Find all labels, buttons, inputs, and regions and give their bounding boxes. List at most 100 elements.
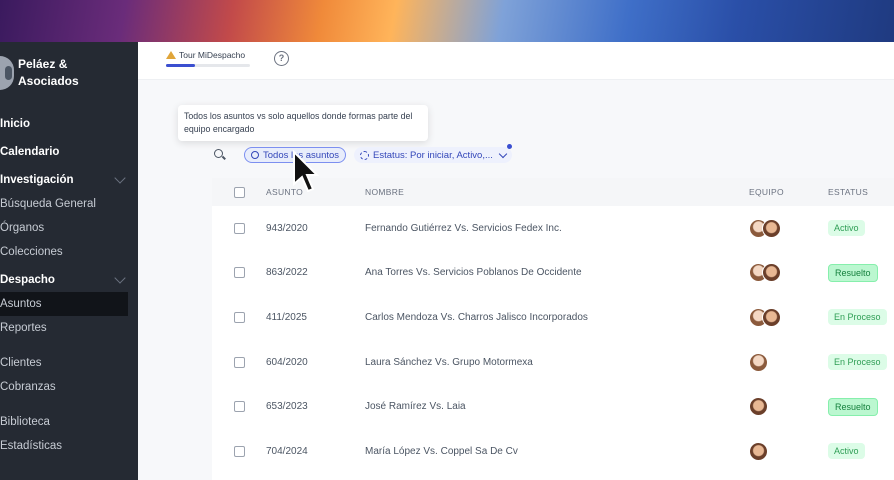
status-badge: Activo xyxy=(828,220,865,237)
table-body: 943/2020 Fernando Gutiérrez Vs. Servicios… xyxy=(212,206,894,474)
sidebar-item-label: Clientes xyxy=(0,357,42,369)
sidebar-item-label: Despacho xyxy=(0,274,55,286)
cell-asunto: 604/2020 xyxy=(266,356,308,368)
status-badge: En Proceso xyxy=(828,354,887,371)
status-badge: En Proceso xyxy=(828,309,887,326)
cell-nombre[interactable]: Laura Sánchez Vs. Grupo Motormexa xyxy=(365,357,749,368)
column-header-estatus[interactable]: ESTATUS xyxy=(828,187,894,197)
column-header-equipo[interactable]: EQUIPO xyxy=(749,187,828,197)
status-circle-icon xyxy=(360,150,370,160)
sidebar-item-asuntos[interactable]: Asuntos xyxy=(0,292,128,316)
row-checkbox[interactable] xyxy=(233,445,245,457)
sidebar-item-organos[interactable]: Órganos xyxy=(0,216,138,240)
sidebar-item-reportes[interactable]: Reportes xyxy=(0,316,138,340)
avatar xyxy=(762,263,781,283)
firm-logo xyxy=(0,56,14,90)
column-header-nombre[interactable]: NOMBRE xyxy=(365,187,749,197)
row-checkbox[interactable] xyxy=(233,356,245,368)
table-row[interactable]: 704/2024 María López Vs. Coppel Sa De Cv A… xyxy=(212,429,894,474)
cell-nombre[interactable]: María López Vs. Coppel Sa De Cv xyxy=(365,446,749,457)
sidebar-item-clientes[interactable]: Clientes xyxy=(0,351,138,375)
cell-estatus: En Proceso xyxy=(828,354,894,371)
sidebar-item-investigacion[interactable]: Investigación xyxy=(0,168,138,192)
table-row[interactable]: 411/2025 Carlos Mendoza Vs. Charros Jalis… xyxy=(212,295,894,340)
sidebar-item-label: Calendario xyxy=(0,146,60,158)
sidebar-item-busqueda-general[interactable]: Búsqueda General xyxy=(0,192,138,216)
tour-progress-fill xyxy=(166,64,196,67)
cell-estatus: Resuelto xyxy=(828,397,894,416)
row-checkbox[interactable] xyxy=(233,222,245,234)
brand[interactable]: Peláez & Asociados xyxy=(0,56,79,90)
cell-estatus: En Proceso xyxy=(828,309,894,326)
table-row[interactable]: 943/2020 Fernando Gutiérrez Vs. Servicios… xyxy=(212,206,894,251)
sidebar-item-biblioteca[interactable]: Biblioteca xyxy=(0,410,138,434)
cell-nombre[interactable]: José Ramírez Vs. Laia xyxy=(365,401,749,412)
row-checkbox[interactable] xyxy=(233,401,245,413)
firm-name-line1: Peláez & xyxy=(18,57,68,71)
cell-estatus: Activo xyxy=(828,443,894,460)
sidebar-item-inicio[interactable]: Inicio xyxy=(0,112,138,136)
status-badge: Activo xyxy=(828,443,865,460)
chevron-down-icon xyxy=(114,172,126,184)
tour-button[interactable]: Tour MiDespacho xyxy=(166,50,250,72)
row-checkbox[interactable] xyxy=(233,311,245,323)
sidebar-item-colecciones[interactable]: Colecciones xyxy=(0,240,138,264)
active-filter-dot xyxy=(506,144,512,149)
sidebar-item-calendario[interactable]: Calendario xyxy=(0,140,138,164)
asuntos-table: ASUNTO NOMBRE EQUIPO ESTATUS 943/2020 Fer… xyxy=(212,178,894,480)
filter-row: Todos los asuntos Estatus: Por iniciar, … xyxy=(214,144,512,164)
firm-name-line2: Asociados xyxy=(18,74,79,88)
cell-estatus: Activo xyxy=(828,220,894,237)
mountain-icon xyxy=(166,51,176,59)
cell-equipo xyxy=(749,352,828,372)
sidebar-item-label: Órganos xyxy=(0,222,45,234)
cell-equipo xyxy=(749,441,828,461)
sidebar-nav: Inicio Calendario Investigación Búsqueda… xyxy=(0,112,138,458)
sidebar-item-label: Inicio xyxy=(0,118,31,130)
sidebar-item-label: Búsqueda General xyxy=(0,198,96,210)
status-badge: Resuelto xyxy=(828,263,878,282)
cell-asunto: 653/2023 xyxy=(266,401,308,413)
cell-equipo xyxy=(749,307,828,327)
cell-estatus: Resuelto xyxy=(828,263,894,282)
sidebar-item-label: Reportes xyxy=(0,322,47,334)
filter-tooltip: Todos los asuntos vs solo aquellos donde… xyxy=(178,105,428,141)
table-row[interactable]: 653/2023 José Ramírez Vs. Laia Resuelto xyxy=(212,384,894,429)
row-checkbox[interactable] xyxy=(233,267,245,279)
table-row[interactable]: 863/2022 Ana Torres Vs. Servicios Poblano… xyxy=(212,251,894,296)
sidebar-item-label: Biblioteca xyxy=(0,416,50,428)
status-filter-chip[interactable]: Estatus: Por iniciar, Activo,... xyxy=(354,144,512,163)
avatar xyxy=(762,218,781,238)
cell-equipo xyxy=(749,397,828,417)
status-filter-label: Estatus: Por iniciar, Activo,... xyxy=(373,149,493,161)
top-bar: Tour MiDespacho ? xyxy=(138,42,894,80)
status-badge: Resuelto xyxy=(828,397,878,416)
avatar xyxy=(762,307,781,327)
cell-nombre[interactable]: Ana Torres Vs. Servicios Poblanos De Occ… xyxy=(365,267,749,278)
search-icon[interactable] xyxy=(214,149,226,161)
avatar xyxy=(749,352,768,372)
chevron-down-icon xyxy=(498,149,508,158)
sidebar-item-label: Estadísticas xyxy=(0,440,62,452)
avatar xyxy=(749,441,768,461)
cell-asunto: 411/2025 xyxy=(266,311,307,323)
firm-name: Peláez & Asociados xyxy=(18,56,79,90)
sidebar-item-label: Colecciones xyxy=(0,246,63,258)
sidebar-item-despacho[interactable]: Despacho xyxy=(0,268,138,292)
select-all-checkbox[interactable] xyxy=(233,186,245,198)
table-row[interactable]: 604/2020 Laura Sánchez Vs. Grupo Motormex… xyxy=(212,340,894,385)
sidebar-item-label: Asuntos xyxy=(0,298,42,310)
sidebar-item-estadisticas[interactable]: Estadísticas xyxy=(0,434,138,458)
cell-nombre[interactable]: Fernando Gutiérrez Vs. Servicios Fedex I… xyxy=(365,223,749,234)
cell-asunto: 704/2024 xyxy=(266,445,308,457)
cell-nombre[interactable]: Carlos Mendoza Vs. Charros Jalisco Incor… xyxy=(365,312,749,323)
help-icon[interactable]: ? xyxy=(274,51,289,66)
cell-equipo xyxy=(749,218,828,238)
desktop-wallpaper xyxy=(0,0,894,44)
sidebar-item-label: Investigación xyxy=(0,174,74,186)
cell-asunto: 863/2022 xyxy=(266,267,308,279)
sidebar-item-cobranzas[interactable]: Cobranzas xyxy=(0,375,138,399)
tour-progress-bar xyxy=(166,64,250,67)
sidebar: Peláez & Asociados Inicio Calendario Inv… xyxy=(0,42,138,480)
mouse-cursor-icon xyxy=(293,150,320,193)
